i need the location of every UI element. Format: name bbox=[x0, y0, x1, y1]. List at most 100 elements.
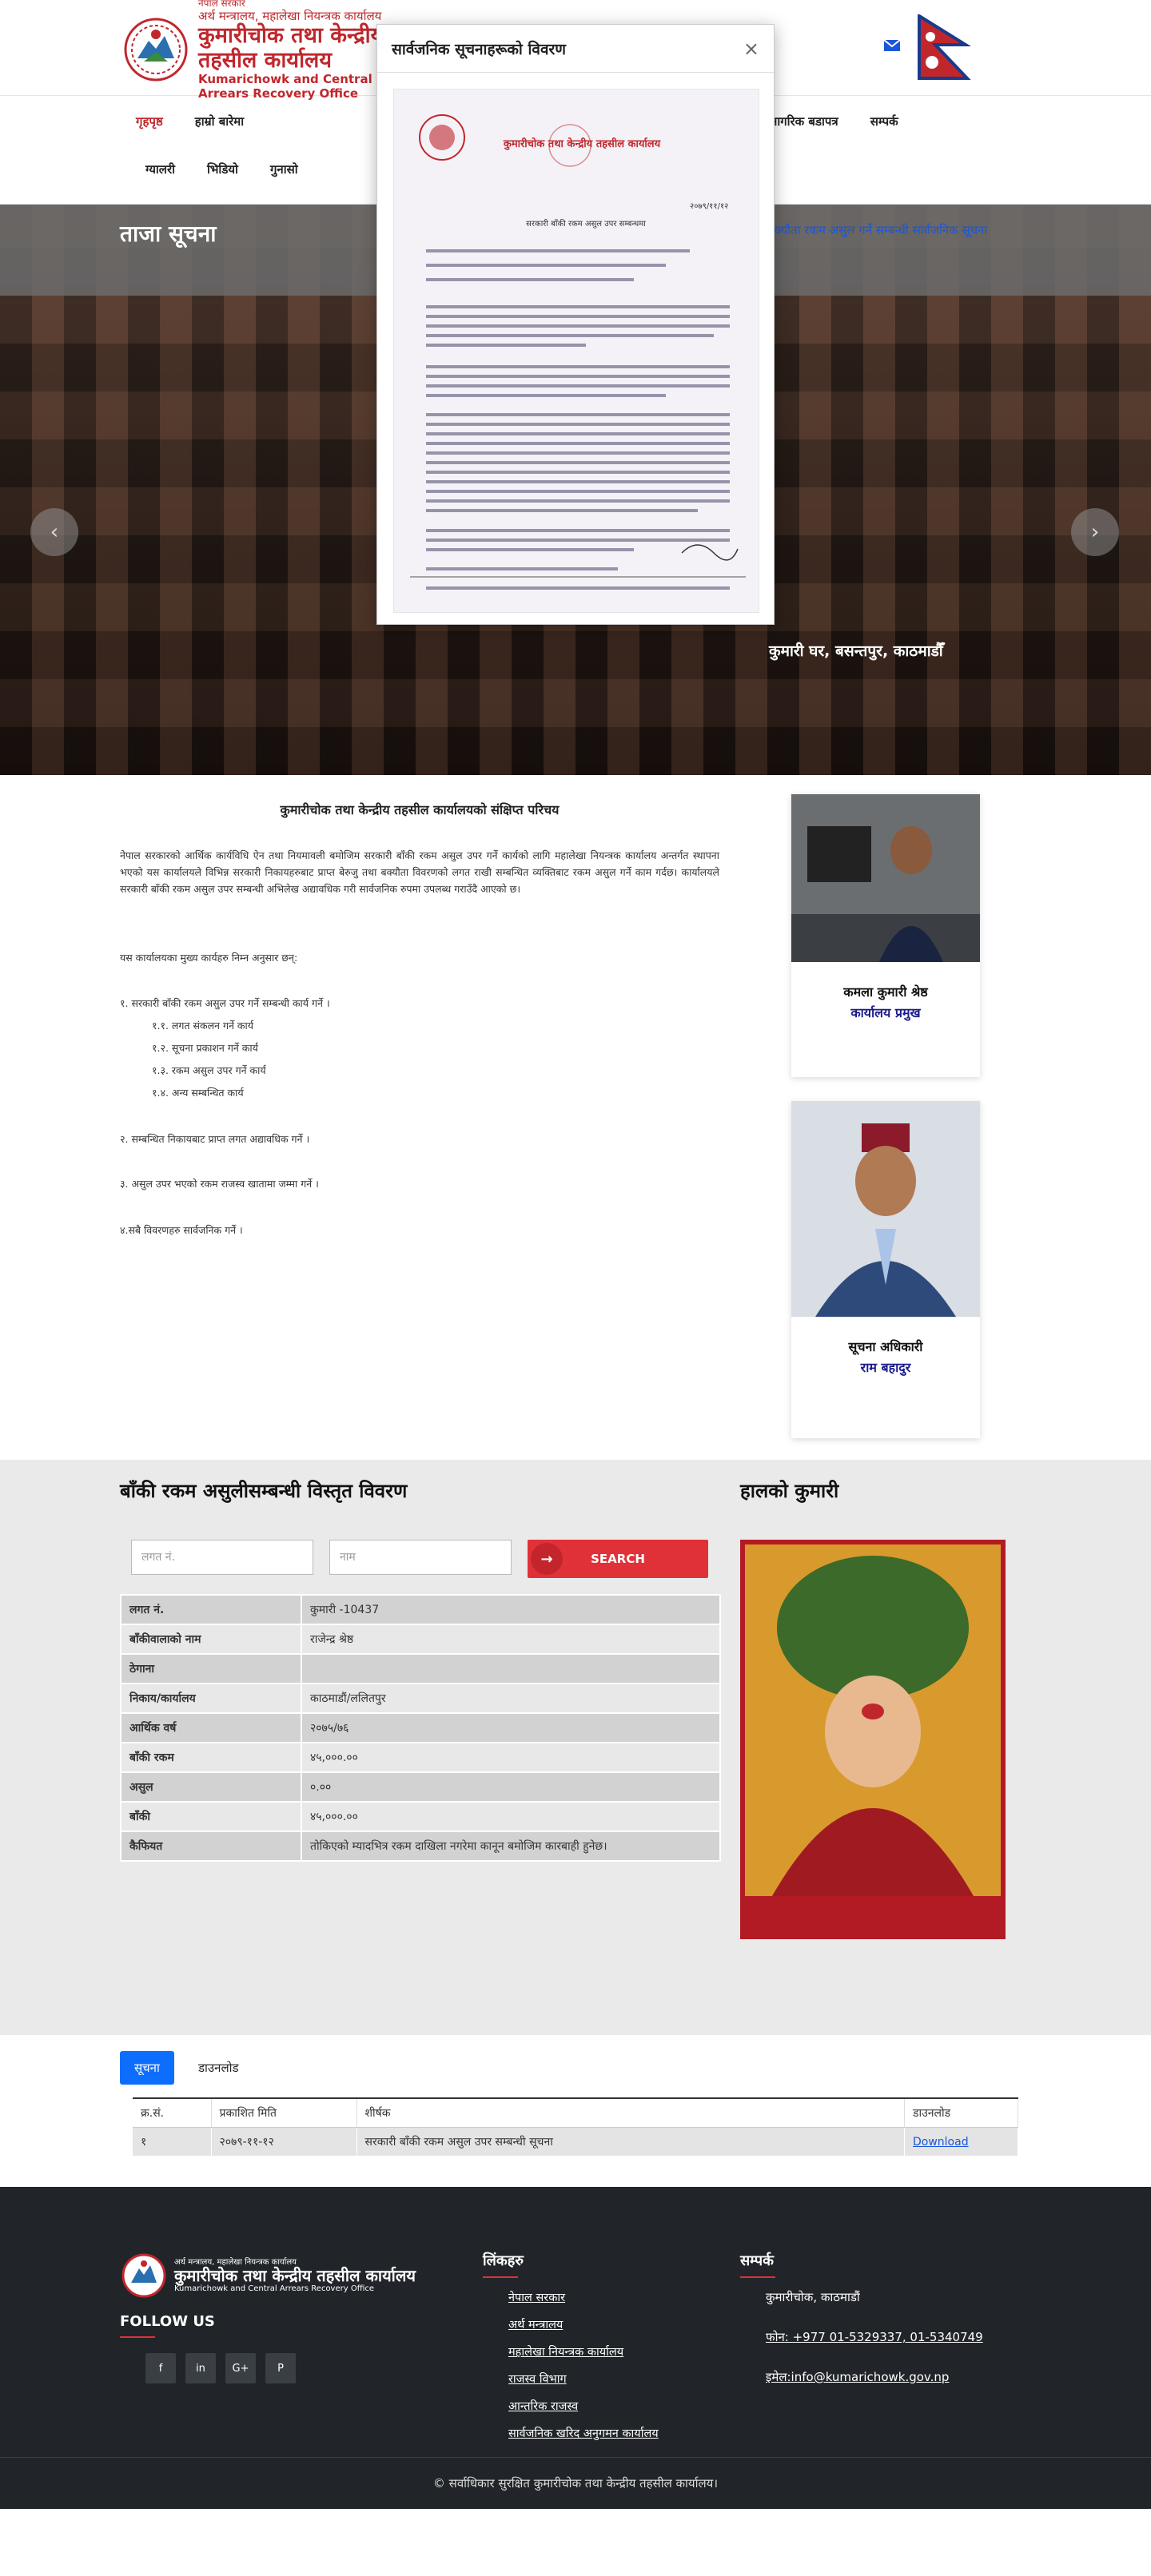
facebook-icon[interactable]: f bbox=[145, 2353, 176, 2383]
doc-text-line bbox=[426, 249, 690, 252]
search-button[interactable]: → SEARCH bbox=[528, 1540, 708, 1578]
doc-text-line bbox=[426, 539, 730, 542]
doc-text-line bbox=[426, 264, 666, 267]
nav-item-grievance[interactable]: गुनासो bbox=[270, 161, 298, 177]
arrow-right-icon: → bbox=[531, 1543, 563, 1575]
staff-card-info-officer[interactable]: सूचना अधिकारी राम बहादुर bbox=[791, 1101, 980, 1438]
modal-close-button[interactable]: × bbox=[743, 38, 759, 60]
doc-text-line bbox=[426, 586, 730, 590]
staff-card-chief[interactable]: कमला कुमारी श्रेष्ठ कार्यालय प्रमुख bbox=[791, 794, 980, 1077]
mail-icon[interactable] bbox=[883, 39, 901, 51]
row-value: २०७५/७६ bbox=[301, 1712, 721, 1743]
table-row: १ २०७९-११-१२ सरकारी बाँकी रकम असुल उपर स… bbox=[133, 2127, 1018, 2156]
footer-phone[interactable]: फोन: +977 01-5329337, 01-5340749 bbox=[766, 2329, 983, 2345]
row-label: बाँकीवालाको नाम bbox=[120, 1624, 302, 1655]
linkedin-icon[interactable]: in bbox=[185, 2353, 216, 2383]
doc-subject: सरकारी बाँकी रकम असुल उपर सम्बन्धमा bbox=[526, 220, 646, 229]
tab-notices[interactable]: सूचना bbox=[120, 2051, 174, 2085]
site-logo[interactable]: नेपाल सरकार अर्थ मन्त्रालय, महालेखा नियन… bbox=[120, 0, 384, 100]
tab-downloads[interactable]: डाउनलोड bbox=[184, 2051, 253, 2085]
column-header: डाउनलोड bbox=[904, 2097, 1018, 2128]
intro-list-item: १. सरकारी बाँकी रकम असुल उपर गर्ने सम्बन… bbox=[120, 997, 330, 1009]
arrears-section: बाँकी रकम असुलीसम्बन्धी विस्तृत विवरण हा… bbox=[0, 1460, 1151, 2035]
doc-text-line bbox=[426, 451, 730, 455]
doc-text-line bbox=[426, 423, 730, 426]
cell-title: सरकारी बाँकी रकम असुल उपर सम्बन्धी सूचना bbox=[356, 2127, 905, 2156]
nav-item-video[interactable]: भिडियो bbox=[207, 161, 238, 177]
doc-text-line bbox=[426, 567, 618, 570]
nav-item-home[interactable]: गृहपृष्ठ bbox=[136, 113, 163, 129]
modal-title: सार्वजनिक सूचनाहरूको विवरण bbox=[392, 40, 567, 58]
footer-link[interactable]: सार्वजनिक खरिद अनुगमन कार्यालय bbox=[508, 2425, 700, 2443]
footer-link[interactable]: महालेखा नियन्त्रक कार्यालय bbox=[508, 2343, 623, 2361]
column-header: प्रकाशित मिति bbox=[211, 2097, 357, 2128]
kumari-image bbox=[740, 1540, 1006, 1939]
doc-text-line bbox=[426, 548, 634, 551]
doc-text-line bbox=[426, 305, 730, 308]
site-footer: अर्थ मन्त्रालय, महालेखा नियन्त्रक कार्या… bbox=[0, 2187, 1151, 2509]
staff-name: सूचना अधिकारी bbox=[848, 1339, 923, 1354]
links-heading: लिंकहरु bbox=[483, 2252, 524, 2278]
name-input[interactable]: नाम bbox=[329, 1540, 512, 1575]
nepal-emblem-icon bbox=[120, 17, 192, 82]
doc-text-line bbox=[426, 344, 586, 347]
arrears-detail-table: लगत नं. कुमारी -10437 बाँकीवालाको नाम राजेन… bbox=[120, 1594, 721, 1862]
table-row: बाँकीवालाको नाम राजेन्द्र श्रेष्ठ bbox=[120, 1624, 721, 1655]
download-link[interactable]: Download bbox=[913, 2136, 969, 2149]
footer-logo[interactable]: अर्थ मन्त्रालय, महालेखा नियन्त्रक कार्या… bbox=[120, 2251, 416, 2300]
nav-item-about[interactable]: हाम्रो बारेमा bbox=[195, 113, 244, 129]
footer-link[interactable]: आन्तरिक राजस्व bbox=[508, 2398, 578, 2415]
nav-item-gallery[interactable]: ग्यालरी bbox=[145, 161, 175, 177]
doc-text-line bbox=[426, 509, 698, 512]
notice-document-image[interactable]: कुमारीचोक तथा केन्द्रीय तहसील कार्यालय स… bbox=[393, 89, 759, 613]
nepal-flag-icon bbox=[916, 13, 972, 80]
doc-text-line bbox=[426, 413, 730, 416]
row-label: असुल bbox=[120, 1771, 302, 1803]
office-name-nepali: कुमारीचोक तथा केन्द्रीय तहसील कार्यालय bbox=[198, 23, 384, 74]
carousel-next-button[interactable]: › bbox=[1071, 508, 1119, 556]
doc-text-line bbox=[426, 384, 730, 388]
search-button-label: SEARCH bbox=[591, 1552, 645, 1566]
footer-link[interactable]: नेपाल सरकार bbox=[508, 2289, 565, 2307]
lagat-number-input[interactable]: लगत नं. bbox=[131, 1540, 313, 1575]
ministry-line: अर्थ मन्त्रालय, महालेखा नियन्त्रक कार्या… bbox=[198, 8, 382, 23]
cell-date: २०७९-११-१२ bbox=[211, 2127, 357, 2156]
nav-row-right: नागरिक बडापत्र सम्पर्क bbox=[771, 113, 898, 129]
nav-item-charter[interactable]: नागरिक बडापत्र bbox=[771, 113, 838, 129]
kumari-title: हालको कुमारी bbox=[740, 1480, 839, 1502]
footer-link[interactable]: अर्थ मन्त्रालय bbox=[508, 2316, 563, 2334]
chevron-right-icon: › bbox=[1090, 520, 1100, 544]
doc-text-line bbox=[426, 499, 730, 503]
doc-text-line bbox=[426, 278, 634, 281]
intro-sublist-item: १.१. लगत संकलन गर्ने कार्य bbox=[152, 1020, 254, 1032]
hero-caption: कुमारी घर, बसन्तपुर, काठमाडौँ bbox=[769, 642, 943, 660]
intro-paragraph-1: नेपाल सरकारको आर्थिक कार्यविधि ऐन तथा नि… bbox=[120, 849, 719, 895]
pinterest-icon[interactable]: P bbox=[265, 2353, 296, 2383]
table-row: लगत नं. कुमारी -10437 bbox=[120, 1594, 721, 1625]
staff-role: राम बहादुर bbox=[860, 1360, 911, 1375]
intro-list-item: ४.सबै विवरणहरु सार्वजनिक गर्ने । bbox=[120, 1224, 243, 1236]
table-row: असुल ०.०० bbox=[120, 1771, 721, 1803]
row-value bbox=[301, 1653, 721, 1684]
staff-photo bbox=[791, 1101, 980, 1317]
notice-marquee[interactable]: बक्यौता रकम असुल गर्ने सम्बन्धी सार्वजनि… bbox=[767, 222, 987, 238]
footer-office-nepali: कुमारीचोक तथा केन्द्रीय तहसील कार्यालय bbox=[174, 2266, 416, 2285]
footer-link[interactable]: राजस्व विभाग bbox=[508, 2371, 567, 2388]
footer-address: कुमारीचोक, काठमाडौं bbox=[766, 2290, 860, 2304]
nav-item-contact[interactable]: सम्पर्क bbox=[870, 113, 898, 129]
downloads-table: क्र.सं. प्रकाशित मिति शीर्षक डाउनलोड १ २… bbox=[133, 2097, 1018, 2156]
footer-email[interactable]: इमेल:info@kumarichowk.gov.np bbox=[766, 2369, 949, 2385]
nepal-emblem-icon bbox=[121, 2253, 166, 2298]
staff-photo bbox=[791, 794, 980, 962]
carousel-prev-button[interactable]: ‹ bbox=[30, 508, 78, 556]
nav-row-secondary: ग्यालरी भिडियो गुनासो bbox=[145, 161, 298, 177]
row-label: निकाय/कार्यालय bbox=[120, 1683, 302, 1714]
google-plus-icon[interactable]: G+ bbox=[225, 2353, 256, 2383]
arrears-title: बाँकी रकम असुलीसम्बन्धी विस्तृत विवरण bbox=[120, 1480, 408, 1502]
downloads-section: सूचना डाउनलोड क्र.सं. प्रकाशित मिति शीर्… bbox=[0, 2035, 1151, 2187]
intro-list-item: २. सम्बन्धित निकायबाट प्राप्त लगत अद्याव… bbox=[120, 1133, 310, 1145]
chevron-left-icon: ‹ bbox=[50, 520, 59, 544]
table-row: बाँकी रकम ४५,०००.०० bbox=[120, 1742, 721, 1773]
cell-sn: १ bbox=[133, 2127, 212, 2156]
contact-heading: सम्पर्क bbox=[740, 2252, 775, 2278]
